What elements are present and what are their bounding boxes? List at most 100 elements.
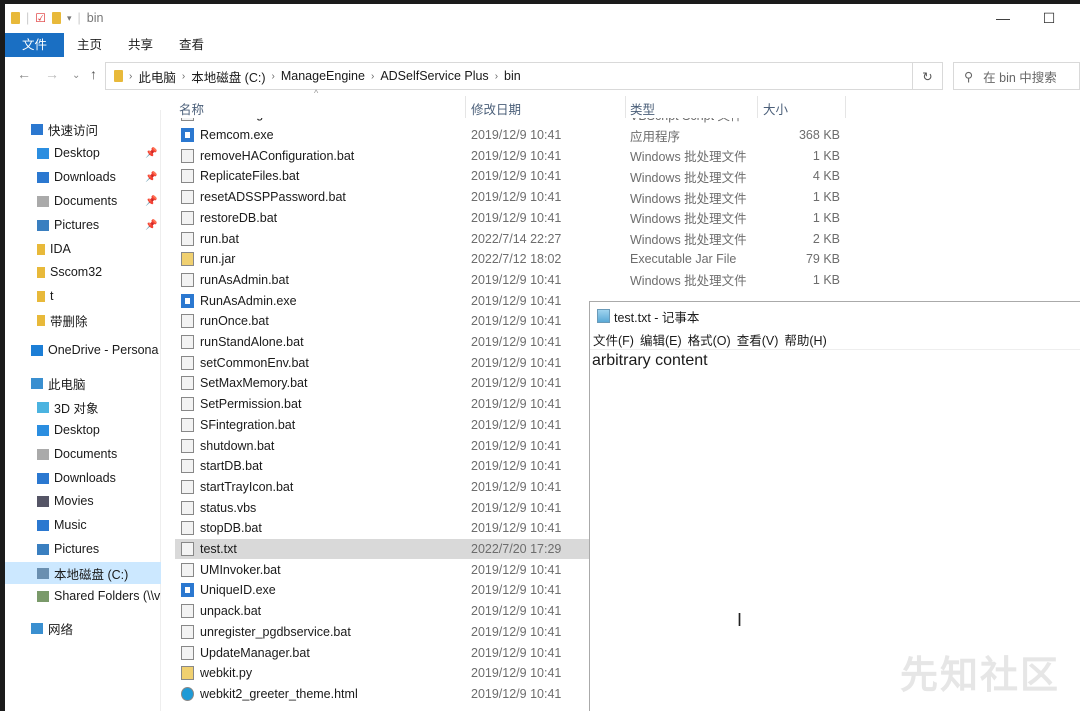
breadcrumb-item[interactable]: ManageEngine xyxy=(281,69,365,83)
bat-file-icon xyxy=(181,148,194,163)
new-folder-icon[interactable] xyxy=(52,12,62,24)
sidebar-item[interactable]: 带删除 xyxy=(5,309,161,331)
sidebar-item[interactable]: 3D 对象 xyxy=(5,396,161,418)
sidebar-item[interactable]: Music xyxy=(5,514,161,536)
sidebar-item-label: Downloads xyxy=(54,471,116,485)
pin-icon[interactable]: 📌 xyxy=(145,196,157,207)
file-row[interactable]: run.jar 2022/7/12 18:02 Executable Jar Fil… xyxy=(175,249,850,270)
sidebar-item[interactable]: Shared Folders (\\v xyxy=(5,585,161,607)
menu-view[interactable]: 查看(V) xyxy=(737,330,779,349)
sidebar-item[interactable]: 本地磁盘 (C:) xyxy=(5,562,161,584)
sidebar-item[interactable]: 此电脑 xyxy=(5,372,161,394)
refresh-button[interactable]: ↻ xyxy=(913,62,943,90)
column-headers: ^ 名称 修改日期 类型 大小 xyxy=(161,88,1080,118)
sidebar-item-label: OneDrive - Persona xyxy=(48,343,159,357)
menu-file[interactable]: 文件(F) xyxy=(593,330,634,349)
file-name: run.jar xyxy=(200,252,236,267)
column-name[interactable]: 名称 xyxy=(179,99,204,118)
file-name: UniqueID.exe xyxy=(200,583,276,598)
notepad-icon xyxy=(597,309,610,323)
chevron-right-icon: › xyxy=(271,70,275,82)
file-date: 2019/12/9 10:41 xyxy=(471,562,562,577)
sidebar-item[interactable]: Desktop 📌 xyxy=(5,142,161,164)
text-cursor-icon: I xyxy=(737,610,743,630)
sidebar-item[interactable]: Movies xyxy=(5,490,161,512)
sidebar-item[interactable]: Pictures xyxy=(5,538,161,560)
file-date: 2019/12/9 10:41 xyxy=(471,169,562,184)
file-row[interactable]: run.bat 2022/7/14 22:27 Windows 批处理文件 2 KB xyxy=(175,228,850,249)
file-name: setCommonEnv.bat xyxy=(200,355,309,370)
file-row[interactable]: runAsAdmin.bat 2019/12/9 10:41 Windows 批处理… xyxy=(175,270,850,291)
pin-icon[interactable]: 📌 xyxy=(145,148,157,159)
notepad-content: arbitrary content xyxy=(592,352,708,369)
back-arrow-icon[interactable]: ← xyxy=(17,66,31,82)
column-size[interactable]: 大小 xyxy=(763,99,788,118)
file-row[interactable]: resetADSSPPassword.bat 2019/12/9 10:41 Win… xyxy=(175,187,850,208)
properties-icon[interactable]: ☑ xyxy=(35,11,46,25)
search-placeholder: 在 bin 中搜索 xyxy=(983,70,1057,85)
notepad-text-area[interactable]: arbitrary content xyxy=(590,350,1080,372)
sidebar-item-label: Documents xyxy=(54,194,118,208)
menu-help[interactable]: 帮助(H) xyxy=(784,330,826,349)
file-row[interactable]: ReinstallAgent.vbs 2019/12/9 10:41 VBScrip… xyxy=(175,118,850,125)
tab-file[interactable]: 文件 xyxy=(5,33,65,57)
txt-file-icon xyxy=(181,542,194,557)
up-arrow-icon[interactable]: ↑ xyxy=(90,66,97,82)
folder-icon xyxy=(37,243,45,255)
search-input[interactable]: ⚲ 在 bin 中搜索 xyxy=(953,62,1080,90)
customize-toolbar-icon[interactable]: ▾ xyxy=(67,13,72,24)
folder-icon xyxy=(11,12,20,24)
sidebar-item[interactable]: Documents xyxy=(5,443,161,465)
file-name: startDB.bat xyxy=(200,459,263,474)
forward-arrow-icon[interactable]: → xyxy=(45,66,59,82)
tab-view[interactable]: 查看 xyxy=(166,33,217,57)
pin-icon[interactable]: 📌 xyxy=(145,172,157,183)
pin-icon[interactable]: 📌 xyxy=(145,220,157,231)
sidebar-item[interactable]: Downloads 📌 xyxy=(5,166,161,188)
sidebar-item[interactable]: 网络 xyxy=(5,617,161,639)
file-date: 2019/12/9 10:41 xyxy=(471,210,562,225)
sidebar-item[interactable]: Documents 📌 xyxy=(5,190,161,212)
bat-file-icon xyxy=(181,272,194,287)
breadcrumb-item[interactable]: ADSelfService Plus xyxy=(380,69,488,83)
file-row[interactable]: Remcom.exe 2019/12/9 10:41 应用程序 368 KB xyxy=(175,125,850,146)
column-type[interactable]: 类型 xyxy=(630,99,655,118)
recent-chevron-icon[interactable]: ⌄ xyxy=(72,70,80,81)
file-row[interactable]: restoreDB.bat 2019/12/9 10:41 Windows 批处理文… xyxy=(175,208,850,229)
tab-home[interactable]: 主页 xyxy=(64,33,115,57)
movies-icon xyxy=(37,495,49,507)
sidebar-item[interactable]: Downloads xyxy=(5,467,161,489)
menu-format[interactable]: 格式(O) xyxy=(688,330,731,349)
music-icon xyxy=(37,519,49,531)
breadcrumb-item[interactable]: 此电脑 xyxy=(138,67,176,86)
documents-icon xyxy=(37,195,49,207)
sidebar-item[interactable]: Sscom32 xyxy=(5,261,161,283)
file-size: 2 KB xyxy=(812,231,840,246)
bat-file-icon xyxy=(181,521,194,536)
maximize-button[interactable]: ☐ xyxy=(1026,4,1072,32)
file-name: startTrayIcon.bat xyxy=(200,479,294,494)
file-type: Windows 批处理文件 xyxy=(630,212,747,227)
file-name: runStandAlone.bat xyxy=(200,335,304,350)
sidebar-item[interactable]: Pictures 📌 xyxy=(5,214,161,236)
sidebar-item[interactable]: OneDrive - Persona xyxy=(5,339,161,361)
bat-file-icon xyxy=(181,210,194,225)
breadcrumb-item[interactable]: bin xyxy=(504,69,521,83)
column-date[interactable]: 修改日期 xyxy=(471,99,521,118)
file-row[interactable]: ReplicateFiles.bat 2019/12/9 10:41 Windows… xyxy=(175,166,850,187)
bat-file-icon xyxy=(181,479,194,494)
file-row[interactable]: removeHAConfiguration.bat 2019/12/9 10:41… xyxy=(175,145,850,166)
breadcrumb-item[interactable]: 本地磁盘 (C:) xyxy=(191,67,265,86)
file-type: Windows 批处理文件 xyxy=(630,170,747,185)
minimize-button[interactable]: — xyxy=(980,4,1026,32)
sidebar-item[interactable]: Desktop xyxy=(5,419,161,441)
file-date: 2022/7/12 18:02 xyxy=(471,252,562,267)
tab-share[interactable]: 共享 xyxy=(115,33,166,57)
address-bar[interactable]: › 此电脑 › 本地磁盘 (C:) › ManageEngine › ADSel… xyxy=(105,62,913,90)
sidebar-item[interactable]: 快速访问 xyxy=(5,118,161,140)
menu-edit[interactable]: 编辑(E) xyxy=(640,330,682,349)
sidebar-item[interactable]: t xyxy=(5,285,161,307)
file-date: 2022/7/14 22:27 xyxy=(471,231,562,246)
sidebar-item[interactable]: IDA xyxy=(5,238,161,260)
file-name: webkit2_greeter_theme.html xyxy=(200,686,358,701)
